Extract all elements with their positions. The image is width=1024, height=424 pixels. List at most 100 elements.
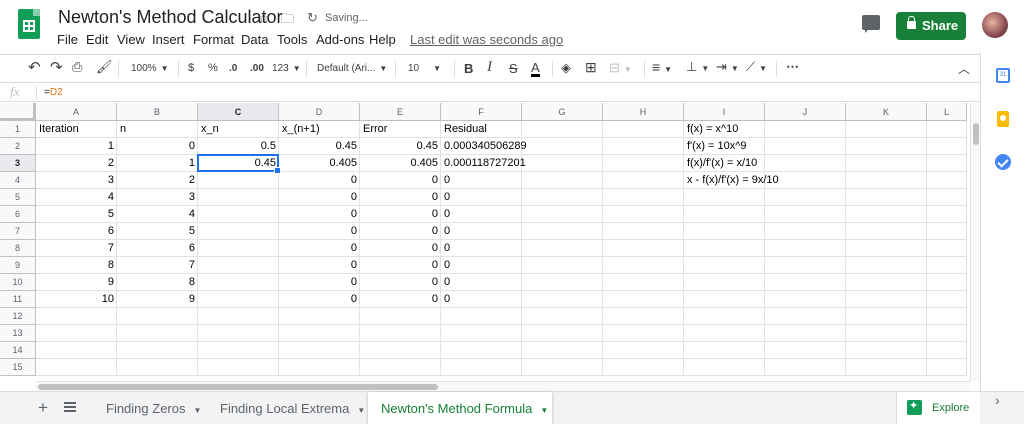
grid-cell[interactable] (522, 189, 603, 206)
grid-cell[interactable] (603, 189, 684, 206)
grid-cell[interactable] (522, 308, 603, 325)
plus-icon[interactable]: + (38, 398, 48, 418)
header-cell[interactable]: Iteration (36, 121, 117, 138)
grid-cell[interactable] (927, 206, 967, 223)
column-header[interactable]: G (522, 103, 603, 121)
grid-cell[interactable] (117, 359, 198, 376)
undo-icon[interactable]: ↶ (28, 58, 41, 76)
grid-cell[interactable] (522, 223, 603, 240)
grid-cell[interactable] (603, 155, 684, 172)
comment-icon[interactable] (862, 15, 880, 33)
grid-cell[interactable] (603, 308, 684, 325)
redo-icon[interactable]: ↷ (50, 58, 63, 76)
formula-note-cell[interactable]: f(x) = x^10 (684, 121, 765, 138)
grid-cell[interactable] (603, 240, 684, 257)
table-cell[interactable]: 8 (36, 257, 117, 274)
row-header[interactable]: 1 (0, 121, 36, 138)
grid-cell[interactable] (846, 308, 927, 325)
chevron-up-icon[interactable]: ︿ (958, 60, 970, 77)
sheet-tab-finding-zeros[interactable]: Finding Zeros ▼ (92, 392, 210, 424)
bold-button[interactable]: B (464, 61, 473, 76)
grid-cell[interactable] (603, 291, 684, 308)
table-cell[interactable]: 0 (279, 172, 360, 189)
grid-cell[interactable] (522, 155, 603, 172)
menu-data[interactable]: Data (241, 32, 268, 47)
menu-help[interactable]: Help (369, 32, 396, 47)
grid-cell[interactable] (522, 257, 603, 274)
grid-cell[interactable] (765, 308, 846, 325)
row-header[interactable]: 7 (0, 223, 36, 240)
merge-cells-icon[interactable]: ⊟ ▼ (609, 60, 632, 76)
grid-cell[interactable] (765, 121, 846, 138)
horizontal-align-icon[interactable]: ≡ ▼ (652, 59, 672, 75)
table-cell[interactable] (198, 291, 279, 308)
grid-cell[interactable] (603, 121, 684, 138)
table-cell[interactable]: 0.45 (279, 138, 360, 155)
column-header[interactable]: E (360, 103, 441, 121)
table-cell[interactable]: 0 (279, 206, 360, 223)
grid-cell[interactable] (684, 189, 765, 206)
table-cell[interactable]: 0 (279, 240, 360, 257)
table-cell[interactable]: 5 (36, 206, 117, 223)
currency-format-button[interactable]: $ (188, 62, 194, 74)
table-cell[interactable]: 0 (360, 172, 441, 189)
grid-cell[interactable] (927, 274, 967, 291)
tasks-icon[interactable] (995, 154, 1011, 170)
table-cell[interactable]: 0 (360, 257, 441, 274)
grid-cell[interactable] (198, 342, 279, 359)
grid-cell[interactable] (684, 223, 765, 240)
table-cell[interactable] (198, 223, 279, 240)
grid-cell[interactable] (846, 223, 927, 240)
column-header[interactable]: L (927, 103, 967, 121)
column-header[interactable]: A (36, 103, 117, 121)
table-cell[interactable]: 3 (36, 172, 117, 189)
grid-cell[interactable] (522, 291, 603, 308)
grid-cell[interactable] (927, 121, 967, 138)
grid-cell[interactable] (441, 325, 522, 342)
grid-cell[interactable] (846, 257, 927, 274)
grid-cell[interactable] (846, 342, 927, 359)
grid-cell[interactable] (765, 325, 846, 342)
grid-cell[interactable] (198, 359, 279, 376)
table-cell[interactable]: 1 (36, 138, 117, 155)
grid-cell[interactable] (927, 138, 967, 155)
menu-insert[interactable]: Insert (152, 32, 185, 47)
more-formats-select[interactable]: 123 ▼ (272, 63, 301, 74)
table-cell[interactable]: 0 (279, 291, 360, 308)
table-cell[interactable]: 0.405 (360, 155, 441, 172)
grid-cell[interactable] (441, 359, 522, 376)
grid-cell[interactable] (603, 325, 684, 342)
grid-cell[interactable] (360, 342, 441, 359)
grid-cell[interactable] (522, 274, 603, 291)
grid-cell[interactable] (846, 155, 927, 172)
menu-tools[interactable]: Tools (277, 32, 307, 47)
grid-cell[interactable] (684, 325, 765, 342)
grid-cell[interactable] (927, 257, 967, 274)
grid-cell[interactable] (765, 359, 846, 376)
table-cell[interactable]: 0 (279, 189, 360, 206)
grid-cell[interactable] (765, 342, 846, 359)
grid-cell[interactable] (36, 359, 117, 376)
grid-cell[interactable] (684, 308, 765, 325)
table-cell[interactable]: 0 (360, 240, 441, 257)
grid-cell[interactable] (684, 291, 765, 308)
grid-cell[interactable] (117, 325, 198, 342)
grid-cell[interactable] (684, 257, 765, 274)
grid-cell[interactable] (198, 308, 279, 325)
grid-cell[interactable] (927, 308, 967, 325)
grid-cell[interactable] (684, 342, 765, 359)
grid-cell[interactable] (603, 359, 684, 376)
grid-cell[interactable] (360, 308, 441, 325)
row-header[interactable]: 9 (0, 257, 36, 274)
grid-cell[interactable] (360, 359, 441, 376)
row-header[interactable]: 3 (0, 155, 36, 172)
text-wrap-icon[interactable]: ⇥ ▼ (716, 59, 739, 75)
grid-cell[interactable] (36, 325, 117, 342)
table-cell[interactable]: 0 (360, 189, 441, 206)
grid-cell[interactable] (603, 223, 684, 240)
table-cell[interactable]: 1 (117, 155, 198, 172)
table-cell[interactable]: 0 (441, 291, 522, 308)
grid-cell[interactable] (846, 274, 927, 291)
keep-icon[interactable] (997, 111, 1009, 127)
table-cell[interactable]: 3 (117, 189, 198, 206)
